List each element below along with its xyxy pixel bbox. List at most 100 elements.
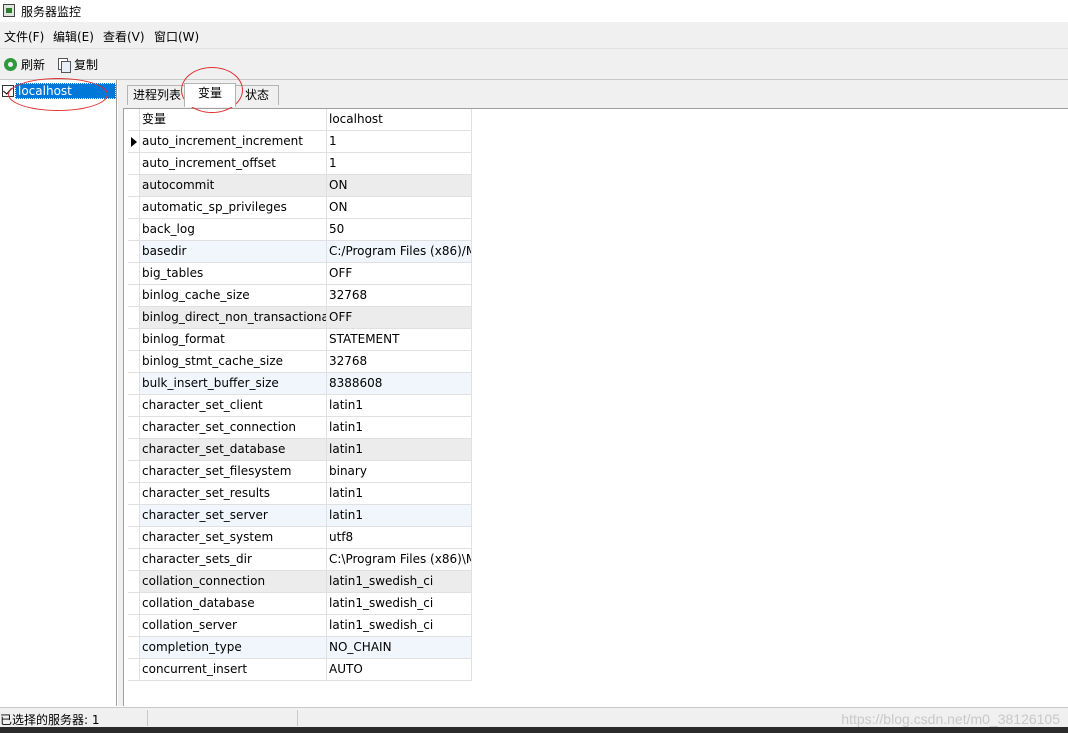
variable-name-cell[interactable]: back_log — [140, 219, 327, 241]
variable-value-cell[interactable]: 32768 — [327, 285, 472, 307]
row-header[interactable] — [128, 659, 140, 681]
variable-value-cell[interactable]: latin1_swedish_ci — [327, 593, 472, 615]
row-header[interactable] — [128, 461, 140, 483]
variable-value-cell[interactable]: NO_CHAIN — [327, 637, 472, 659]
row-header[interactable] — [128, 527, 140, 549]
variable-name-cell[interactable]: basedir — [140, 241, 327, 263]
row-header[interactable] — [128, 439, 140, 461]
row-header[interactable] — [128, 549, 140, 571]
variable-name-cell[interactable]: autocommit — [140, 175, 327, 197]
variable-name-cell[interactable]: binlog_cache_size — [140, 285, 327, 307]
variable-name-cell[interactable]: character_set_connection — [140, 417, 327, 439]
row-header[interactable] — [128, 307, 140, 329]
server-checkbox[interactable] — [2, 85, 14, 97]
table-row[interactable]: binlog_stmt_cache_size 32768 — [128, 351, 472, 373]
variable-value-cell[interactable]: 1 — [327, 153, 472, 175]
variable-name-cell[interactable]: bulk_insert_buffer_size — [140, 373, 327, 395]
table-row[interactable]: collation_database latin1_swedish_ci — [128, 593, 472, 615]
menu-window[interactable]: 窗口(W) — [154, 28, 199, 45]
table-row[interactable]: binlog_direct_non_transactional_updatesO… — [128, 307, 472, 329]
variable-name-cell[interactable]: collation_server — [140, 615, 327, 637]
table-row[interactable]: binlog_format STATEMENT — [128, 329, 472, 351]
table-row[interactable]: character_set_client latin1 — [128, 395, 472, 417]
row-header[interactable] — [128, 329, 140, 351]
variable-value-cell[interactable]: C:/Program Files (x86)/MySQL/MySQL Serve… — [327, 241, 472, 263]
variable-name-cell[interactable]: collation_database — [140, 593, 327, 615]
table-row[interactable]: character_sets_dir C:\Program Files (x86)… — [128, 549, 472, 571]
column-header-value[interactable]: localhost — [327, 109, 472, 131]
variable-name-cell[interactable]: character_set_client — [140, 395, 327, 417]
variable-name-cell[interactable]: character_set_database — [140, 439, 327, 461]
variable-value-cell[interactable]: 1 — [327, 131, 472, 153]
variable-value-cell[interactable]: ON — [327, 197, 472, 219]
tree-node-localhost[interactable]: localhost — [15, 83, 116, 99]
variable-value-cell[interactable]: 50 — [327, 219, 472, 241]
table-row[interactable]: basedirC:/Program Files (x86)/MySQL/MySQ… — [128, 241, 472, 263]
row-header[interactable] — [128, 505, 140, 527]
variable-name-cell[interactable]: automatic_sp_privileges — [140, 197, 327, 219]
row-header[interactable] — [128, 615, 140, 637]
row-header[interactable] — [128, 263, 140, 285]
table-row[interactable]: bulk_insert_buffer_size 8388608 — [128, 373, 472, 395]
variable-name-cell[interactable]: character_set_filesystem — [140, 461, 327, 483]
table-row[interactable]: automatic_sp_privileges ON — [128, 197, 472, 219]
variable-name-cell[interactable]: binlog_stmt_cache_size — [140, 351, 327, 373]
menu-view[interactable]: 查看(V) — [103, 28, 145, 45]
variable-name-cell[interactable]: binlog_format — [140, 329, 327, 351]
row-header[interactable] — [128, 351, 140, 373]
row-header[interactable] — [128, 197, 140, 219]
row-header[interactable] — [128, 483, 140, 505]
row-header[interactable] — [128, 637, 140, 659]
row-header[interactable] — [128, 593, 140, 615]
variable-value-cell[interactable]: binary — [327, 461, 472, 483]
variable-name-cell[interactable]: character_sets_dir — [140, 549, 327, 571]
row-header[interactable] — [128, 417, 140, 439]
variable-name-cell[interactable]: character_set_system — [140, 527, 327, 549]
table-row[interactable]: auto_increment_increment 1 — [128, 131, 472, 153]
table-row[interactable]: back_log 50 — [128, 219, 472, 241]
row-header[interactable] — [128, 241, 140, 263]
variable-name-cell[interactable]: character_set_results — [140, 483, 327, 505]
refresh-button[interactable]: 刷新 — [4, 56, 45, 73]
table-row[interactable]: character_set_system utf8 — [128, 527, 472, 549]
variable-name-cell[interactable]: collation_connection — [140, 571, 327, 593]
row-header[interactable] — [128, 285, 140, 307]
variable-value-cell[interactable]: STATEMENT — [327, 329, 472, 351]
variable-value-cell[interactable]: OFF — [327, 307, 472, 329]
table-row[interactable]: character_set_connection latin1 — [128, 417, 472, 439]
variable-name-cell[interactable]: auto_increment_offset — [140, 153, 327, 175]
variable-name-cell[interactable]: completion_type — [140, 637, 327, 659]
menu-edit[interactable]: 编辑(E) — [53, 28, 94, 45]
variable-value-cell[interactable]: ON — [327, 175, 472, 197]
table-row[interactable]: auto_increment_offset 1 — [128, 153, 472, 175]
row-header[interactable] — [128, 175, 140, 197]
table-row[interactable]: character_set_server latin1 — [128, 505, 472, 527]
table-row[interactable]: character_set_database latin1 — [128, 439, 472, 461]
variable-name-cell[interactable]: binlog_direct_non_transactional_updates — [140, 307, 327, 329]
variable-name-cell[interactable]: character_set_server — [140, 505, 327, 527]
variable-value-cell[interactable]: latin1 — [327, 505, 472, 527]
variable-value-cell[interactable]: 32768 — [327, 351, 472, 373]
table-row[interactable]: autocommit ON — [128, 175, 472, 197]
row-header[interactable] — [128, 131, 140, 153]
copy-button[interactable]: 复制 — [58, 56, 98, 73]
table-row[interactable]: collation_connection latin1_swedish_ci — [128, 571, 472, 593]
row-header[interactable] — [128, 373, 140, 395]
variable-value-cell[interactable]: latin1 — [327, 439, 472, 461]
menu-file[interactable]: 文件(F) — [4, 28, 44, 45]
table-row[interactable]: character_set_filesystem binary — [128, 461, 472, 483]
tab-process-list[interactable]: 进程列表 — [127, 85, 187, 105]
variable-value-cell[interactable]: latin1_swedish_ci — [327, 571, 472, 593]
variable-value-cell[interactable]: AUTO — [327, 659, 472, 681]
variable-value-cell[interactable]: latin1_swedish_ci — [327, 615, 472, 637]
variable-name-cell[interactable]: auto_increment_increment — [140, 131, 327, 153]
variable-value-cell[interactable]: latin1 — [327, 395, 472, 417]
variable-name-cell[interactable]: concurrent_insert — [140, 659, 327, 681]
variable-value-cell[interactable]: OFF — [327, 263, 472, 285]
variable-value-cell[interactable]: latin1 — [327, 483, 472, 505]
row-header[interactable] — [128, 395, 140, 417]
variable-value-cell[interactable]: utf8 — [327, 527, 472, 549]
variable-value-cell[interactable]: C:\Program Files (x86)\MySQL\MySQL Serve… — [327, 549, 472, 571]
variable-name-cell[interactable]: big_tables — [140, 263, 327, 285]
table-row[interactable]: character_set_results latin1 — [128, 483, 472, 505]
